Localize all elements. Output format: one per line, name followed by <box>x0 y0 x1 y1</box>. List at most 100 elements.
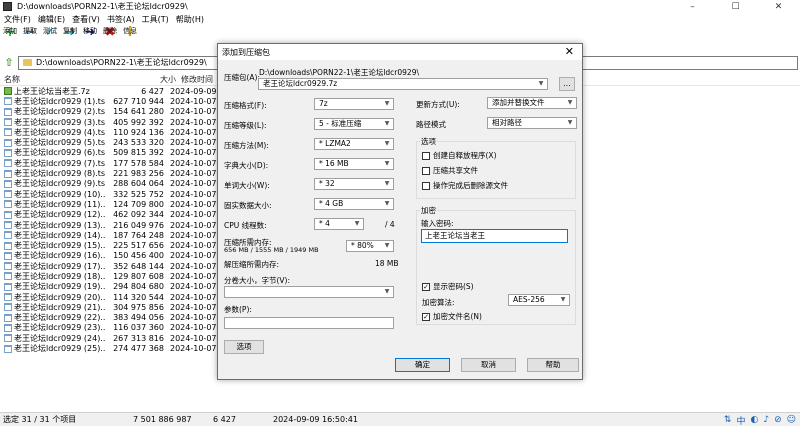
folder-icon <box>23 59 32 66</box>
file-icon <box>4 313 12 322</box>
toolbar-button-5[interactable]: ✖ 删除 <box>100 26 120 53</box>
status-bar: 选定 31 / 31 个项目 7 501 886 987 6 427 2024-… <box>0 412 800 426</box>
settings-icon[interactable]: ⊘ <box>774 415 782 425</box>
column-modified[interactable]: 修改时间 <box>181 74 213 85</box>
column-size[interactable]: 大小 <box>154 74 176 85</box>
menu-bookmarks[interactable]: 书签(A) <box>104 14 138 25</box>
show-password-checkbox[interactable]: ✓ 显示密码(S) <box>422 281 474 292</box>
chevron-down-icon: ▼ <box>384 140 390 147</box>
file-icon <box>4 221 12 229</box>
word-label: 单词大小(W): <box>224 181 270 190</box>
path-mode-combo[interactable]: 相对路径 ▼ <box>487 117 577 129</box>
minimize-button[interactable]: – <box>671 0 714 13</box>
password-input[interactable]: 上老王论坛当老王 <box>421 229 568 243</box>
file-size: 150 456 400 <box>113 251 164 261</box>
dict-combo[interactable]: * 16 MB ▼ <box>314 158 394 170</box>
menu-help[interactable]: 帮助(H) <box>173 14 207 25</box>
archive-name-combo[interactable]: 老王论坛ldcr0929.7z ▼ <box>258 78 548 90</box>
threads-max: / 4 <box>385 220 395 229</box>
file-icon <box>4 169 12 178</box>
params-label: 参数(P): <box>224 305 252 314</box>
column-name[interactable]: 名称 <box>4 74 148 85</box>
dialog-title: 添加到压缩包 <box>222 47 270 57</box>
encryption-method-combo[interactable]: AES-256 ▼ <box>508 294 570 306</box>
ime-icon[interactable]: 中 <box>736 414 745 426</box>
emoji-icon[interactable]: ☺ <box>787 415 796 425</box>
toolbar-button-3[interactable]: ➜ 复制 <box>60 26 80 53</box>
update-combo[interactable]: 添加并替换文件 ▼ <box>487 97 577 109</box>
checkbox-box: ✓ <box>422 282 430 291</box>
file-size: 187 764 248 <box>113 230 164 240</box>
file-icon <box>4 118 12 127</box>
password-label: 输入密码: <box>421 219 454 228</box>
options-group-title: 选项 <box>420 136 437 147</box>
7zip-app-icon <box>3 2 12 11</box>
delete-after-label: 操作完成后删除源文件 <box>433 181 508 190</box>
solid-combo[interactable]: * 4 GB ▼ <box>314 198 394 210</box>
memory-percent-combo[interactable]: * 80% ▼ <box>346 240 394 252</box>
file-icon <box>4 190 12 199</box>
menu-edit[interactable]: 编辑(E) <box>35 14 68 25</box>
file-size: 352 648 144 <box>113 261 164 271</box>
options-button[interactable]: 选项 <box>224 340 264 354</box>
up-folder-icon[interactable]: ⇧ <box>2 56 16 70</box>
close-button[interactable]: ✕ <box>757 0 800 13</box>
format-label: 压缩格式(F): <box>224 101 267 110</box>
word-value: * 32 <box>319 179 335 188</box>
file-size: 509 815 392 <box>113 148 164 158</box>
file-size: 225 517 656 <box>113 241 164 251</box>
split-combo[interactable]: ▼ <box>224 286 394 298</box>
status-date: 2024-09-09 16:50:41 <box>273 415 358 424</box>
toolbar-label: 提取 <box>23 27 37 35</box>
dict-label: 字典大小(D): <box>224 161 269 170</box>
file-icon <box>4 231 12 240</box>
status-total-size: 7 501 886 987 <box>133 415 192 424</box>
file-size: 267 313 816 <box>113 333 164 343</box>
chevron-down-icon: ▼ <box>384 200 390 207</box>
file-icon <box>4 128 12 137</box>
moon-icon[interactable]: ◐ <box>750 415 758 425</box>
network-icon[interactable]: ⇅ <box>724 415 732 425</box>
file-size: 216 049 976 <box>113 220 164 230</box>
word-combo[interactable]: * 32 ▼ <box>314 178 394 190</box>
show-password-label: 显示密码(S) <box>433 282 474 291</box>
toolbar-label: 信息 <box>123 27 137 35</box>
solid-label: 固实数据大小: <box>224 201 272 210</box>
help-button[interactable]: 帮助 <box>527 358 579 372</box>
file-size: 405 992 392 <box>113 117 164 127</box>
menu-tools[interactable]: 工具(T) <box>139 14 172 25</box>
shared-files-checkbox[interactable]: 压缩共享文件 <box>422 165 478 176</box>
encrypt-names-checkbox[interactable]: ✓ 加密文件名(N) <box>422 311 482 322</box>
path-mode-label: 路径模式 <box>416 120 446 129</box>
delete-after-checkbox[interactable]: 操作完成后删除源文件 <box>422 180 508 191</box>
maximize-button[interactable]: ☐ <box>714 0 757 13</box>
dict-value: * 16 MB <box>319 159 349 168</box>
file-icon <box>4 293 12 302</box>
format-combo[interactable]: 7z ▼ <box>314 98 394 110</box>
file-size: 243 533 320 <box>113 138 164 148</box>
toolbar-button-2[interactable]: ✓ 测试 <box>40 26 60 53</box>
dialog-close-button[interactable]: ✕ <box>565 45 574 58</box>
params-input[interactable] <box>224 317 394 329</box>
toolbar-button-6[interactable]: i 信息 <box>120 26 140 53</box>
status-selected: 选定 31 / 31 个项目 <box>3 415 77 424</box>
file-size: 332 525 752 <box>113 189 164 199</box>
method-combo[interactable]: * LZMA2 ▼ <box>314 138 394 150</box>
threads-combo[interactable]: * 4 ▼ <box>314 218 364 230</box>
sfx-checkbox[interactable]: 创建自释放程序(X) <box>422 150 497 161</box>
music-icon[interactable]: ♪ <box>763 415 769 425</box>
level-combo[interactable]: 5 - 标准压缩 ▼ <box>314 118 394 130</box>
menu-file[interactable]: 文件(F) <box>1 14 34 25</box>
menu-view[interactable]: 查看(V) <box>69 14 103 25</box>
chevron-down-icon: ▼ <box>354 220 360 227</box>
file-icon <box>4 107 12 116</box>
status-selected-size: 6 427 <box>213 415 236 424</box>
menu-bar: 文件(F) 编辑(E) 查看(V) 书签(A) 工具(T) 帮助(H) <box>0 13 800 25</box>
toolbar-button-0[interactable]: + 添加 <box>0 26 20 53</box>
cancel-button[interactable]: 取消 <box>461 358 516 372</box>
toolbar-button-1[interactable]: − 提取 <box>20 26 40 53</box>
file-icon <box>4 251 12 260</box>
toolbar-button-4[interactable]: ➜ 移动 <box>80 26 100 53</box>
browse-button[interactable]: ... <box>559 77 575 91</box>
ok-button[interactable]: 确定 <box>395 358 450 372</box>
